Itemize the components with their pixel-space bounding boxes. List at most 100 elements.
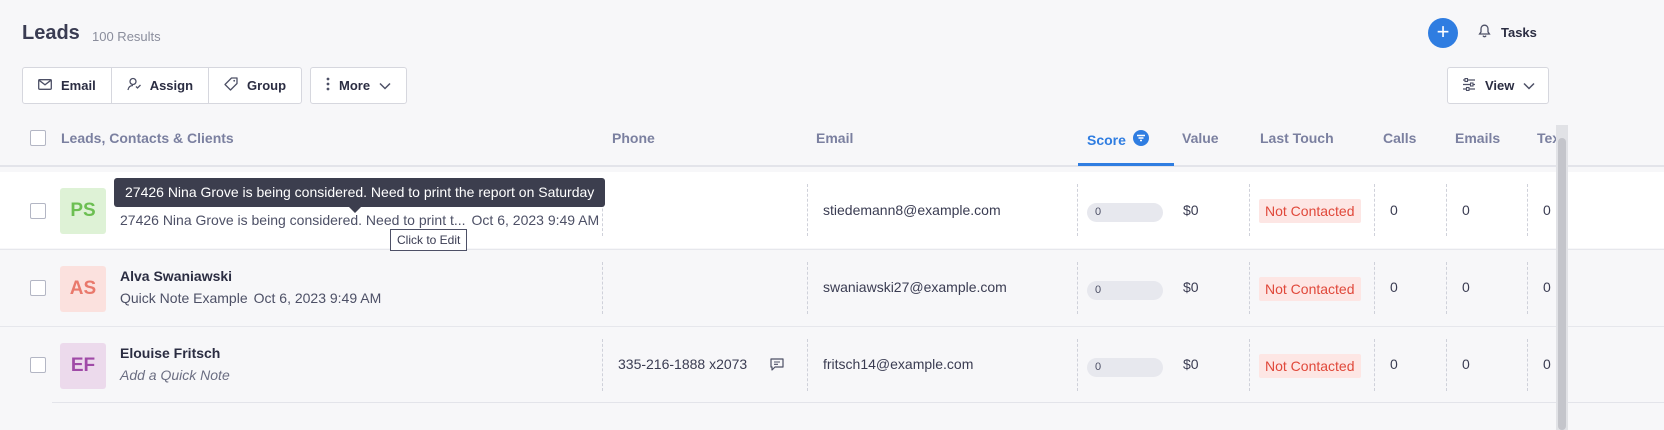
more-button[interactable]: More <box>311 68 406 103</box>
more-dropdown[interactable]: More <box>310 67 408 104</box>
column-leads[interactable]: Leads, Contacts & Clients <box>61 130 234 146</box>
column-divider <box>1446 262 1447 314</box>
assign-user-icon <box>127 77 141 94</box>
score-pill: 0 <box>1087 203 1163 222</box>
lead-name[interactable]: Elouise Fritsch <box>120 345 220 361</box>
sliders-icon <box>1462 77 1476 94</box>
action-button-group: Email Assign Group <box>22 67 303 104</box>
note-timestamp: Oct 6, 2023 9:49 AM <box>253 290 382 306</box>
column-value[interactable]: Value <box>1182 130 1219 146</box>
scrollbar-thumb[interactable] <box>1558 138 1566 430</box>
texts-cell: 0 <box>1543 356 1551 372</box>
add-lead-button[interactable]: + <box>1428 18 1458 48</box>
quick-note-text: Quick Note Example <box>120 290 248 306</box>
column-divider <box>807 184 808 236</box>
avatar: EF <box>60 343 106 389</box>
active-sort-indicator <box>1078 163 1174 166</box>
tag-icon <box>224 77 238 94</box>
value-cell: $0 <box>1183 356 1199 372</box>
emails-cell: 0 <box>1462 202 1470 218</box>
bell-icon <box>1478 24 1491 41</box>
status-badge: Not Contacted <box>1259 277 1361 301</box>
avatar: AS <box>60 266 106 312</box>
column-divider <box>1249 262 1250 314</box>
tasks-label: Tasks <box>1501 25 1537 40</box>
column-divider <box>807 339 808 391</box>
email-cell[interactable]: swaniawski27@example.com <box>823 279 1007 295</box>
row-checkbox[interactable] <box>30 357 46 373</box>
column-divider <box>1446 184 1447 236</box>
vertical-dots-icon <box>326 77 330 94</box>
more-button-label: More <box>339 78 371 93</box>
column-score[interactable]: Score <box>1087 130 1149 149</box>
table-header: Leads, Contacts & Clients Phone Email Sc… <box>0 120 1664 167</box>
phone-cell[interactable]: 335-216-1888 x2073 <box>618 356 747 372</box>
assign-button[interactable]: Assign <box>112 68 210 103</box>
row-checkbox[interactable] <box>30 280 46 296</box>
avatar: PS <box>60 188 106 234</box>
select-all-checkbox[interactable] <box>30 130 46 146</box>
envelope-icon <box>38 78 52 93</box>
column-calls[interactable]: Calls <box>1383 130 1416 146</box>
results-count: 100 Results <box>92 29 161 44</box>
column-divider <box>1374 184 1375 236</box>
column-divider <box>602 262 603 314</box>
note-timestamp: Oct 6, 2023 9:49 AM <box>471 212 600 228</box>
column-divider <box>1374 339 1375 391</box>
view-button[interactable]: View <box>1447 67 1549 104</box>
status-badge: Not Contacted <box>1259 354 1361 378</box>
column-divider <box>807 262 808 314</box>
column-last-touch[interactable]: Last Touch <box>1260 130 1334 146</box>
column-divider <box>1077 339 1078 391</box>
group-button[interactable]: Group <box>209 68 301 103</box>
note-tooltip: 27426 Nina Grove is being considered. Ne… <box>114 178 606 213</box>
column-divider <box>1077 262 1078 314</box>
email-button-label: Email <box>61 78 96 93</box>
texts-cell: 0 <box>1543 279 1551 295</box>
column-divider <box>1527 184 1528 236</box>
column-divider <box>1077 184 1078 236</box>
chevron-down-icon <box>379 78 391 93</box>
emails-cell: 0 <box>1462 279 1470 295</box>
quick-note-text: 27426 Nina Grove is being considered. Ne… <box>120 212 466 228</box>
tasks-button[interactable]: Tasks <box>1478 24 1537 41</box>
value-cell: $0 <box>1183 202 1199 218</box>
lead-name[interactable]: Alva Swaniawski <box>120 268 232 284</box>
click-to-edit-tooltip: Click to Edit <box>390 229 468 251</box>
page-title: Leads <box>22 22 80 44</box>
email-cell[interactable]: stiedemann8@example.com <box>823 202 1001 218</box>
calls-cell: 0 <box>1390 356 1398 372</box>
email-cell[interactable]: fritsch14@example.com <box>823 356 973 372</box>
quick-note[interactable]: Quick Note Example Oct 6, 2023 9:49 AM <box>120 290 381 306</box>
column-divider <box>1527 339 1528 391</box>
column-score-label: Score <box>1087 131 1126 148</box>
table-row[interactable]: EF Elouise Fritsch Add a Quick Note 335-… <box>0 326 1664 402</box>
column-divider <box>1374 262 1375 314</box>
view-button-label: View <box>1485 78 1515 93</box>
text-message-icon[interactable] <box>770 358 784 376</box>
group-button-label: Group <box>247 78 287 93</box>
column-divider <box>1249 339 1250 391</box>
row-checkbox[interactable] <box>30 203 46 219</box>
texts-cell: 0 <box>1543 202 1551 218</box>
assign-button-label: Assign <box>149 78 194 93</box>
value-cell: $0 <box>1183 279 1199 295</box>
table-row[interactable]: AS Alva Swaniawski Quick Note Example Oct… <box>0 249 1664 325</box>
column-divider <box>1446 339 1447 391</box>
quick-note-placeholder[interactable]: Add a Quick Note <box>120 367 230 383</box>
filter-icon[interactable] <box>1132 130 1149 149</box>
calls-cell: 0 <box>1390 279 1398 295</box>
emails-cell: 0 <box>1462 356 1470 372</box>
column-email[interactable]: Email <box>816 130 853 146</box>
column-divider <box>1527 262 1528 314</box>
row-divider <box>52 402 1664 403</box>
score-pill: 0 <box>1087 358 1163 377</box>
chevron-down-icon <box>1523 78 1535 93</box>
column-phone[interactable]: Phone <box>612 130 655 146</box>
column-emails[interactable]: Emails <box>1455 130 1500 146</box>
bulk-actions-toolbar: Email Assign Group More <box>22 67 408 104</box>
column-divider <box>1249 184 1250 236</box>
status-badge: Not Contacted <box>1259 199 1361 223</box>
score-pill: 0 <box>1087 281 1163 300</box>
email-button[interactable]: Email <box>23 68 112 103</box>
